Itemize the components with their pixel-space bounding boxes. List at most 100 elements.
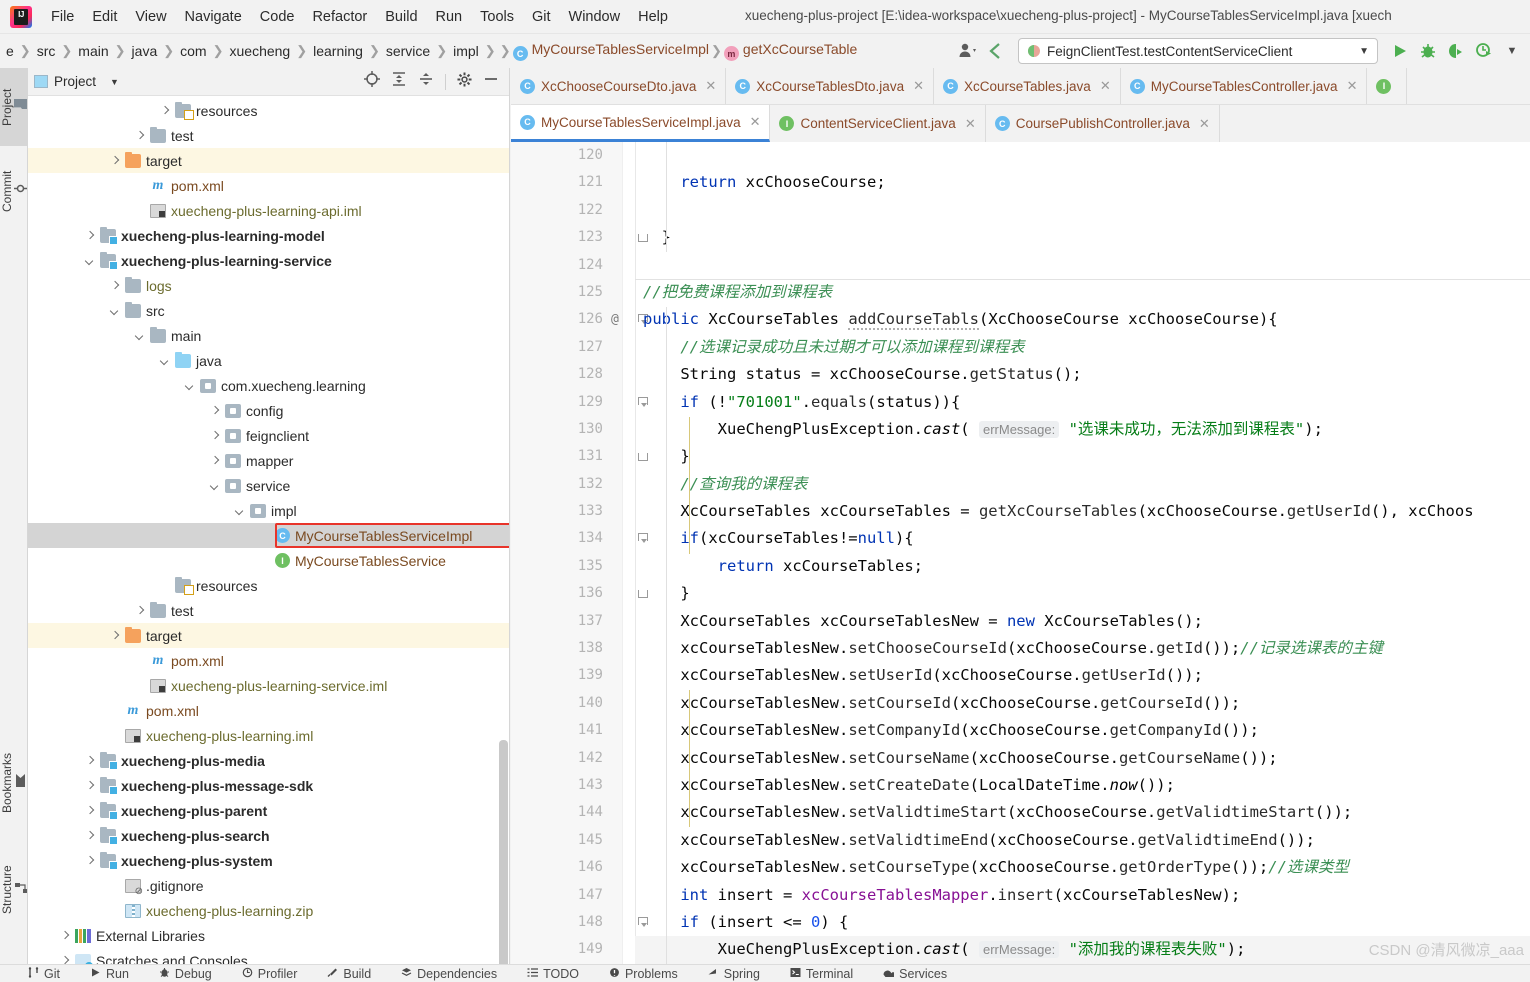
line-number[interactable]: 121 xyxy=(511,169,603,196)
line-number[interactable]: 126 xyxy=(511,306,603,333)
tree-node-xuecheng-plus-message-sdk[interactable]: xuecheng-plus-message-sdk xyxy=(28,773,509,798)
bottom-tab-terminal[interactable]: Terminal xyxy=(790,967,853,981)
run-icon[interactable] xyxy=(1386,37,1414,65)
tree-node--gitignore[interactable]: .gitignore xyxy=(28,873,509,898)
line-number[interactable]: 129 xyxy=(511,389,603,416)
back-arrow-icon[interactable] xyxy=(982,37,1010,65)
menu-item-navigate[interactable]: Navigate xyxy=(176,6,251,28)
tree-node-xuecheng-plus-parent[interactable]: xuecheng-plus-parent xyxy=(28,798,509,823)
tree-node-mycoursetablesserviceimpl[interactable]: C MyCourseTablesServiceImpl xyxy=(28,523,509,548)
project-tree[interactable]: resources test target m pom.xml xuecheng-plus… xyxy=(28,96,509,964)
bottom-tab-todo[interactable]: TODO xyxy=(527,967,579,981)
chevron-right-icon[interactable] xyxy=(84,779,97,792)
line-number[interactable]: 144 xyxy=(511,799,603,826)
menu-item-run[interactable]: Run xyxy=(427,6,472,28)
breadcrumb-method[interactable]: m getXcCourseTable xyxy=(723,41,857,62)
menu-item-tools[interactable]: Tools xyxy=(471,6,523,28)
close-icon[interactable]: ✕ xyxy=(965,116,976,132)
line-number[interactable]: 147 xyxy=(511,882,603,909)
tree-node-xuecheng-plus-search[interactable]: xuecheng-plus-search xyxy=(28,823,509,848)
chevron-right-icon[interactable] xyxy=(84,804,97,817)
breadcrumb-class[interactable]: C MyCourseTablesServiceImpl xyxy=(512,41,709,62)
menu-item-help[interactable]: Help xyxy=(629,6,677,28)
annotation-gutter-mark[interactable]: @ xyxy=(611,306,619,333)
bottom-tab-problems[interactable]: Problems xyxy=(609,967,678,981)
chevron-down-icon[interactable] xyxy=(209,479,222,492)
debug-icon[interactable] xyxy=(1414,37,1442,65)
line-number[interactable]: 125 xyxy=(511,279,603,306)
close-icon[interactable]: ✕ xyxy=(1199,116,1210,132)
line-number[interactable]: 138 xyxy=(511,635,603,662)
chevron-right-icon[interactable] xyxy=(134,604,147,617)
tree-node-xuecheng-plus-learning-model[interactable]: xuecheng-plus-learning-model xyxy=(28,223,509,248)
menu-item-window[interactable]: Window xyxy=(560,6,630,28)
chevron-down-icon[interactable] xyxy=(234,504,247,517)
line-number[interactable]: 122 xyxy=(511,197,603,224)
expand-all-icon[interactable] xyxy=(391,71,407,92)
line-number[interactable]: 127 xyxy=(511,334,603,361)
breadcrumb-item-src[interactable]: src xyxy=(33,43,60,59)
line-number[interactable]: 120 xyxy=(511,142,603,169)
tree-node-xuecheng-plus-media[interactable]: xuecheng-plus-media xyxy=(28,748,509,773)
bottom-tab-run[interactable]: Run xyxy=(90,967,129,981)
line-number[interactable]: 141 xyxy=(511,717,603,744)
sidebar-item-structure[interactable]: Structure xyxy=(0,842,28,938)
run-with-coverage-icon[interactable] xyxy=(1442,37,1470,65)
tree-node-scratches-and-consoles[interactable]: Scratches and Consoles xyxy=(28,948,509,964)
sidebar-item-project[interactable]: Project xyxy=(0,68,28,146)
line-number[interactable]: 128 xyxy=(511,361,603,388)
chevron-right-icon[interactable] xyxy=(209,429,222,442)
close-icon[interactable]: ✕ xyxy=(705,78,716,94)
menu-item-edit[interactable]: Edit xyxy=(83,6,126,28)
bottom-tab-services[interactable]: Services xyxy=(883,967,947,981)
chevron-right-icon[interactable] xyxy=(59,929,72,942)
tree-node-resources[interactable]: resources xyxy=(28,573,509,598)
tree-node-xuecheng-plus-learning-zip[interactable]: xuecheng-plus-learning.zip xyxy=(28,898,509,923)
tree-node-java[interactable]: java xyxy=(28,348,509,373)
breadcrumb-item-e[interactable]: e xyxy=(2,43,18,59)
line-number[interactable]: 135 xyxy=(511,553,603,580)
tree-node-resources[interactable]: resources xyxy=(28,98,509,123)
bottom-tab-debug[interactable]: Debug xyxy=(159,967,212,981)
bottom-tab-spring[interactable]: Spring xyxy=(708,967,760,981)
line-number[interactable]: 148 xyxy=(511,909,603,936)
editor-tab-xccoursetablesdto-java[interactable]: C XcCourseTablesDto.java ✕ xyxy=(726,68,934,104)
bottom-tab-git[interactable]: Git xyxy=(28,967,60,981)
menu-item-code[interactable]: Code xyxy=(251,6,304,28)
collapse-all-icon[interactable] xyxy=(418,71,434,92)
breadcrumb-item-java[interactable]: java xyxy=(128,43,162,59)
chevron-right-icon[interactable] xyxy=(84,229,97,242)
tree-node-main[interactable]: main xyxy=(28,323,509,348)
line-number[interactable]: 132 xyxy=(511,471,603,498)
line-number[interactable]: 124 xyxy=(511,252,603,279)
close-icon[interactable]: ✕ xyxy=(1347,78,1358,94)
breadcrumb-item-main[interactable]: main xyxy=(74,43,112,59)
line-number[interactable]: 139 xyxy=(511,662,603,689)
breadcrumb-item-service[interactable]: service xyxy=(382,43,434,59)
line-number[interactable]: 133 xyxy=(511,498,603,525)
bottom-tab-profiler[interactable]: Profiler xyxy=(242,967,297,981)
chevron-down-icon[interactable]: ▼ xyxy=(1498,37,1526,65)
breadcrumb-item-learning[interactable]: learning xyxy=(309,43,367,59)
chevron-right-icon[interactable] xyxy=(134,129,147,142)
chevron-down-icon[interactable] xyxy=(109,304,122,317)
menu-item-refactor[interactable]: Refactor xyxy=(303,6,376,28)
line-number[interactable]: 123 xyxy=(511,224,603,251)
select-opened-file-icon[interactable] xyxy=(364,71,380,92)
tree-node-xuecheng-plus-learning-api-iml[interactable]: xuecheng-plus-learning-api.iml xyxy=(28,198,509,223)
tree-node-target[interactable]: target xyxy=(28,623,509,648)
code-editor[interactable]: 120121 return xcChooseCourse;122123 }124… xyxy=(511,142,1530,964)
tree-node-config[interactable]: config xyxy=(28,398,509,423)
chevron-right-icon[interactable] xyxy=(59,954,72,964)
editor-tab-xcchoosecoursedto-java[interactable]: C XcChooseCourseDto.java ✕ xyxy=(511,68,727,104)
run-configuration-selector[interactable]: FeignClientTest.testContentServiceClient… xyxy=(1018,38,1378,64)
chevron-right-icon[interactable] xyxy=(159,104,172,117)
tree-node-logs[interactable]: logs xyxy=(28,273,509,298)
sidebar-item-bookmarks[interactable]: Bookmarks xyxy=(0,734,28,832)
tree-node-impl[interactable]: impl xyxy=(28,498,509,523)
tree-node-target[interactable]: target xyxy=(28,148,509,173)
line-number[interactable]: 143 xyxy=(511,772,603,799)
editor-tab-xccoursetables-java[interactable]: C XcCourseTables.java ✕ xyxy=(934,68,1121,104)
tree-node-service[interactable]: service xyxy=(28,473,509,498)
sidebar-item-commit[interactable]: Commit xyxy=(0,152,28,230)
